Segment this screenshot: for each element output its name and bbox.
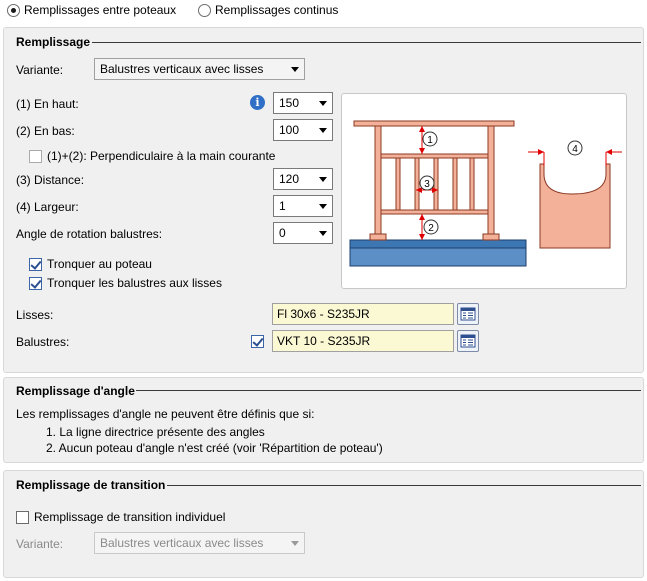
diagram-upper-rail [380, 153, 489, 159]
lisses-field[interactable]: Fl 30x6 - S235JR [272, 303, 454, 325]
group-angle-title: Remplissage d'angle [16, 384, 135, 398]
info-icon[interactable]: i [250, 95, 265, 110]
chevron-down-icon [319, 231, 327, 236]
largeur-select[interactable]: 1 [273, 195, 333, 217]
transition-variante-value: Balustres verticaux avec lisses [100, 536, 264, 550]
railing-diagram: 1 2 3 4 [349, 120, 622, 267]
mode-radio-row: Remplissages entre poteaux Remplissages … [0, 0, 647, 24]
angle-condition-2: 2. Aucun poteau d'angle n'est créé (voir… [46, 441, 383, 455]
diagram-base-beam [349, 247, 527, 267]
transition-individuel-checkbox[interactable] [16, 511, 29, 524]
perpendicular-label: (1)+(2): Perpendiculaire à la main coura… [47, 149, 276, 163]
group-divider [167, 485, 641, 486]
diagram-baluster [395, 157, 401, 211]
angle-intro-text: Les remplissages d'angle ne peuvent être… [16, 407, 315, 421]
diagram-post-left [374, 123, 382, 237]
group-divider [136, 390, 641, 391]
diagram-base-flange [349, 239, 527, 249]
diagram-post-foot-left [369, 233, 387, 241]
chevron-down-icon [319, 204, 327, 209]
angle-condition-1: 1. La ligne directrice présente des angl… [46, 425, 265, 439]
largeur-label: (4) Largeur: [16, 200, 79, 214]
variante-select-value: Balustres verticaux avec lisses [100, 62, 264, 76]
diagram-lower-rail [380, 209, 489, 215]
en-bas-label: (2) En bas: [16, 124, 75, 138]
transition-individuel-label: Remplissage de transition individuel [34, 510, 226, 524]
chevron-down-icon [319, 101, 327, 106]
dim-mark-4-text: 4 [572, 144, 578, 155]
diagram-post-right [487, 123, 495, 237]
group-remplissage: Remplissage Variante: Balustres verticau… [3, 27, 644, 373]
chevron-down-icon [319, 177, 327, 182]
dim-arrow [419, 148, 425, 154]
dim-arrow [419, 234, 425, 240]
lisses-label: Lisses: [16, 308, 54, 322]
dim-arrow [606, 149, 612, 155]
tronquer-lisses-checkbox[interactable] [29, 277, 42, 290]
transition-variante-label: Variante: [16, 537, 64, 551]
distance-label: (3) Distance: [16, 173, 85, 187]
balustres-checkbox[interactable] [251, 335, 264, 348]
chevron-down-icon [291, 541, 299, 546]
distance-select[interactable]: 120 [273, 168, 333, 190]
largeur-value: 1 [279, 199, 286, 213]
diagram-baluster [469, 157, 475, 211]
variante-label: Variante: [16, 63, 64, 77]
library-icon [460, 307, 476, 321]
radio-continuous-label[interactable]: Remplissages continus [215, 3, 338, 17]
en-haut-select[interactable]: 150 [273, 92, 333, 114]
tronquer-lisses-label: Tronquer les balustres aux lisses [47, 276, 222, 290]
diagram-post-foot-right [482, 233, 500, 241]
distance-value: 120 [279, 172, 300, 186]
group-transition: Remplissage de transition Remplissage de… [3, 470, 644, 578]
variante-select[interactable]: Balustres verticaux avec lisses [94, 58, 305, 80]
diagram-handrail [353, 120, 515, 127]
balustres-label: Balustres: [16, 335, 70, 349]
en-bas-select[interactable]: 100 [273, 119, 333, 141]
dim-arrow [538, 149, 544, 155]
en-bas-value: 100 [279, 123, 300, 137]
en-haut-label: (1) En haut: [16, 97, 79, 111]
chevron-down-icon [291, 67, 299, 72]
group-transition-title: Remplissage de transition [16, 478, 166, 492]
angle-rotation-select[interactable]: 0 [273, 222, 333, 244]
group-angle: Remplissage d'angle Les remplissages d'a… [3, 377, 644, 463]
en-haut-value: 150 [279, 96, 300, 110]
balustres-library-button[interactable] [457, 330, 479, 352]
transition-variante-select[interactable]: Balustres verticaux avec lisses [94, 532, 305, 554]
diagram-baluster [433, 157, 439, 211]
angle-rotation-label: Angle de rotation balustres: [16, 227, 163, 241]
railing-preview: 1 2 3 4 [341, 93, 627, 289]
tronquer-poteau-label: Tronquer au poteau [47, 257, 152, 271]
diagram-baluster [452, 157, 458, 211]
lisses-library-button[interactable] [457, 303, 479, 325]
radio-between-posts[interactable] [7, 4, 20, 17]
tronquer-poteau-checkbox[interactable] [29, 258, 42, 271]
diagram-baluster [414, 157, 420, 211]
dim-mark-1-text: 1 [427, 135, 433, 146]
dim-mark-2-text: 2 [428, 223, 434, 234]
dim-arrow [419, 214, 425, 220]
perpendicular-checkbox[interactable] [29, 150, 42, 163]
group-divider [92, 42, 641, 43]
radio-continuous[interactable] [198, 4, 211, 17]
radio-between-posts-label[interactable]: Remplissages entre poteaux [24, 3, 176, 17]
balustres-field[interactable]: VKT 10 - S235JR [272, 330, 454, 352]
library-icon [460, 334, 476, 348]
chevron-down-icon [319, 128, 327, 133]
dim-arrow [419, 126, 425, 132]
diagram-section [539, 163, 611, 249]
angle-rotation-value: 0 [279, 226, 286, 240]
group-remplissage-title: Remplissage [16, 35, 91, 49]
dim-mark-3-text: 3 [424, 179, 430, 190]
